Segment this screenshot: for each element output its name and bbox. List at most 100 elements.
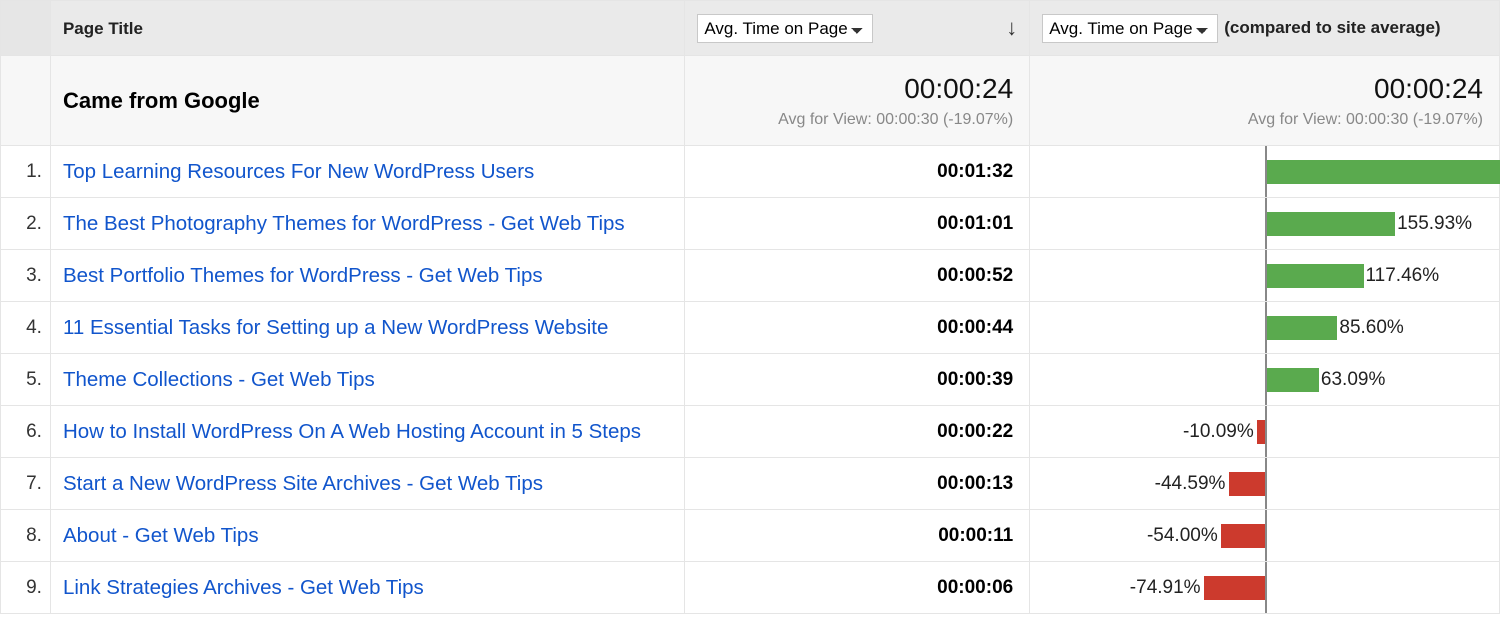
row-compare-cell: 63.09% (1030, 354, 1500, 406)
compare-suffix-label: (compared to site average) (1224, 18, 1440, 38)
row-index-cell: 5. (1, 354, 51, 406)
zero-baseline (1265, 458, 1267, 509)
comparison-percent-label: 63.09% (1321, 369, 1385, 391)
row-index: 7. (1, 473, 50, 495)
row-index: 5. (1, 369, 50, 391)
zero-baseline (1265, 510, 1267, 561)
row-title-cell: 11 Essential Tasks for Setting up a New … (50, 302, 684, 354)
summary-compare-cell: 00:00:24 Avg for View: 00:00:30 (-19.07%… (1030, 56, 1500, 146)
page-title-link[interactable]: About - Get Web Tips (51, 524, 259, 547)
page-title-header-label: Page Title (51, 19, 143, 38)
comparison-bar-positive (1267, 316, 1337, 340)
row-title-cell: About - Get Web Tips (50, 510, 684, 562)
comparison-bar-wrapper: 63.09% (1030, 354, 1499, 405)
zero-baseline (1265, 562, 1267, 613)
avg-time-on-page-value: 00:00:44 (685, 317, 1029, 339)
row-title-cell: Best Portfolio Themes for WordPress - Ge… (50, 250, 684, 302)
comparison-bar-wrapper: 85.60% (1030, 302, 1499, 353)
row-compare-cell: 284.74% (1030, 146, 1500, 198)
table-header-row: Page Title Avg. Time on Page ↓ Avg. Time… (1, 1, 1500, 56)
row-index-cell: 6. (1, 406, 51, 458)
metric-select[interactable]: Avg. Time on Page (697, 14, 873, 43)
row-index: 4. (1, 317, 50, 339)
summary-compare-subtext: Avg for View: 00:00:30 (-19.07%) (1046, 111, 1483, 129)
page-title-link[interactable]: Theme Collections - Get Web Tips (51, 368, 375, 391)
comparison-percent-label: -74.91% (1130, 577, 1201, 599)
comparison-bar-negative (1204, 576, 1265, 600)
page-title-link[interactable]: Link Strategies Archives - Get Web Tips (51, 576, 424, 599)
comparison-bar-positive (1267, 368, 1319, 392)
row-compare-cell: 117.46% (1030, 250, 1500, 302)
table-row: 5.Theme Collections - Get Web Tips 00:00:… (1, 354, 1500, 406)
row-compare-cell: -74.91% (1030, 562, 1500, 614)
comparison-percent-label: -10.09% (1183, 421, 1254, 443)
row-compare-cell: -44.59% (1030, 458, 1500, 510)
comparison-percent-label: 85.60% (1339, 317, 1403, 339)
table-row: 3.Best Portfolio Themes for WordPress - … (1, 250, 1500, 302)
comparison-bar-wrapper: -54.00% (1030, 510, 1499, 561)
row-title-cell: Start a New WordPress Site Archives - Ge… (50, 458, 684, 510)
avg-time-on-page-value: 00:01:32 (685, 161, 1029, 183)
comparison-bar-negative (1221, 524, 1265, 548)
row-metric-cell: 00:01:32 (685, 146, 1030, 198)
table-row: 8.About - Get Web Tips 00:00:11 -54.00% (1, 510, 1500, 562)
page-title-link[interactable]: How to Install WordPress On A Web Hostin… (51, 420, 641, 443)
row-compare-cell: -10.09% (1030, 406, 1500, 458)
summary-metric-subtext: Avg for View: 00:00:30 (-19.07%) (701, 111, 1013, 129)
header-page-title-cell[interactable]: Page Title (50, 1, 684, 56)
table-row: 9.Link Strategies Archives - Get Web Tip… (1, 562, 1500, 614)
row-metric-cell: 00:01:01 (685, 198, 1030, 250)
row-title-cell: Link Strategies Archives - Get Web Tips (50, 562, 684, 614)
row-title-cell: Top Learning Resources For New WordPress… (50, 146, 684, 198)
row-metric-cell: 00:00:13 (685, 458, 1030, 510)
comparison-percent-label: -44.59% (1155, 473, 1226, 495)
row-metric-cell: 00:00:52 (685, 250, 1030, 302)
avg-time-on-page-value: 00:00:11 (685, 525, 1029, 547)
sort-descending-icon[interactable]: ↓ (1006, 15, 1017, 41)
row-compare-cell: 155.93% (1030, 198, 1500, 250)
row-title-cell: The Best Photography Themes for WordPres… (50, 198, 684, 250)
row-index-cell: 7. (1, 458, 51, 510)
summary-title-cell: Came from Google (50, 56, 684, 146)
comparison-percent-label: 117.46% (1366, 265, 1440, 287)
row-title-cell: Theme Collections - Get Web Tips (50, 354, 684, 406)
row-metric-cell: 00:00:22 (685, 406, 1030, 458)
analytics-table: Page Title Avg. Time on Page ↓ Avg. Time… (0, 0, 1500, 614)
comparison-bar-wrapper: -74.91% (1030, 562, 1499, 613)
page-title-link[interactable]: Top Learning Resources For New WordPress… (51, 160, 534, 183)
comparison-bar-wrapper: -44.59% (1030, 458, 1499, 509)
comparison-percent-label: 155.93% (1397, 213, 1472, 235)
table-row: 6.How to Install WordPress On A Web Host… (1, 406, 1500, 458)
avg-time-on-page-value: 00:00:06 (685, 577, 1029, 599)
header-index-cell (1, 1, 51, 56)
comparison-bar-negative (1257, 420, 1265, 444)
compare-metric-select[interactable]: Avg. Time on Page (1042, 14, 1218, 43)
page-title-link[interactable]: The Best Photography Themes for WordPres… (51, 212, 625, 235)
table-row: 1.Top Learning Resources For New WordPre… (1, 146, 1500, 198)
row-index: 6. (1, 421, 50, 443)
table-row: 4.11 Essential Tasks for Setting up a Ne… (1, 302, 1500, 354)
avg-time-on-page-value: 00:00:22 (685, 421, 1029, 443)
row-index-cell: 8. (1, 510, 51, 562)
comparison-bar-positive (1267, 264, 1363, 288)
comparison-bar-wrapper: 284.74% (1030, 146, 1499, 197)
row-index-cell: 9. (1, 562, 51, 614)
comparison-bar-positive (1267, 212, 1395, 236)
comparison-bar-negative (1229, 472, 1266, 496)
summary-index-cell (1, 56, 51, 146)
page-title-link[interactable]: Start a New WordPress Site Archives - Ge… (51, 472, 543, 495)
header-compare-cell: Avg. Time on Page (compared to site aver… (1030, 1, 1500, 56)
row-metric-cell: 00:00:11 (685, 510, 1030, 562)
table-summary-row: Came from Google 00:00:24 Avg for View: … (1, 56, 1500, 146)
row-index-cell: 2. (1, 198, 51, 250)
row-index: 2. (1, 213, 50, 235)
page-title-link[interactable]: Best Portfolio Themes for WordPress - Ge… (51, 264, 543, 287)
table-row: 2.The Best Photography Themes for WordPr… (1, 198, 1500, 250)
row-index: 9. (1, 577, 50, 599)
comparison-percent-label: -54.00% (1147, 525, 1218, 547)
summary-metric-value: 00:00:24 (701, 72, 1013, 106)
avg-time-on-page-value: 00:00:52 (685, 265, 1029, 287)
page-title-link[interactable]: 11 Essential Tasks for Setting up a New … (51, 316, 608, 339)
row-metric-cell: 00:00:39 (685, 354, 1030, 406)
summary-metric-cell: 00:00:24 Avg for View: 00:00:30 (-19.07%… (685, 56, 1030, 146)
